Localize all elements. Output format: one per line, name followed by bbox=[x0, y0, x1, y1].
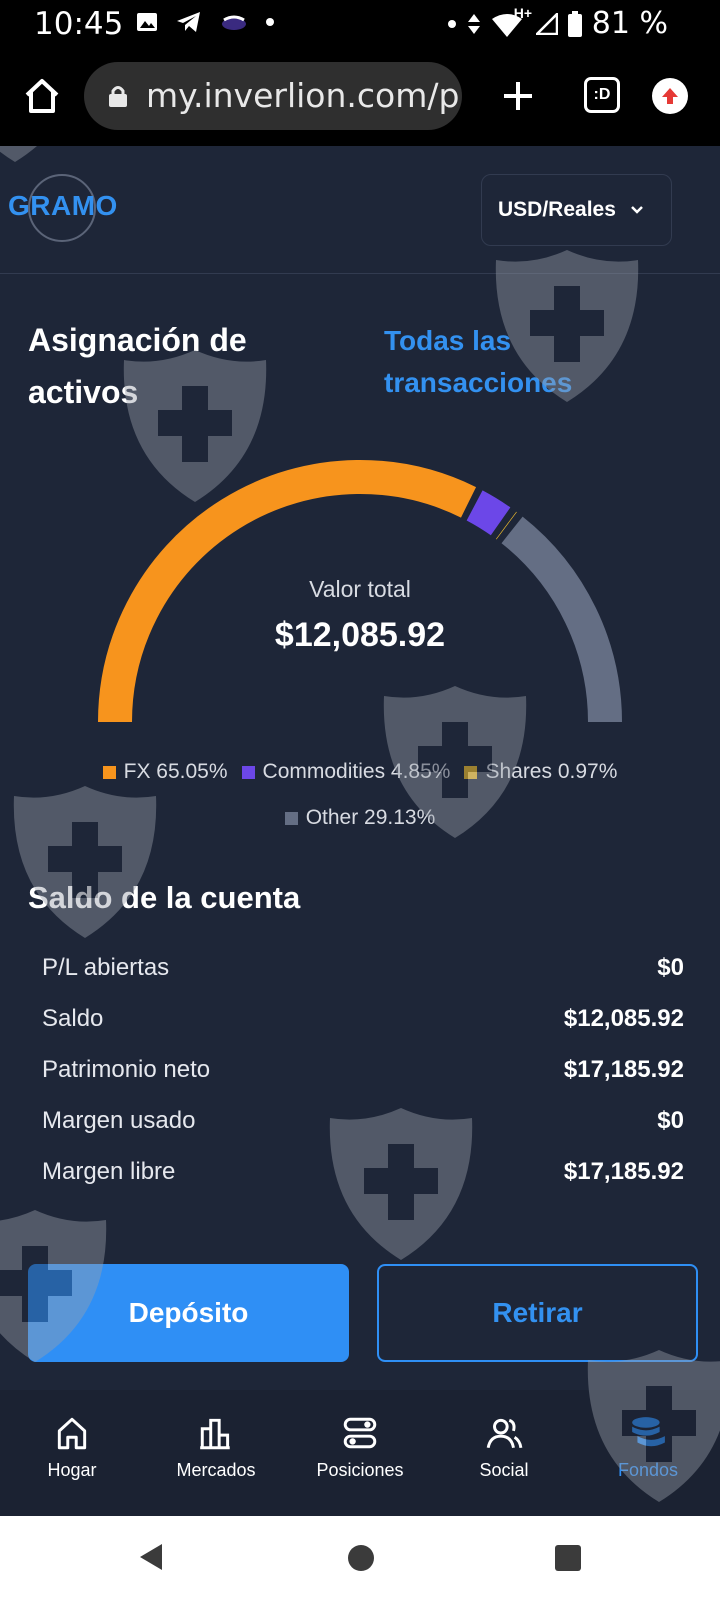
legend-item-commodities: Commodities 4.85% bbox=[241, 760, 451, 784]
new-tab-icon[interactable] bbox=[500, 78, 536, 114]
app-screen: GRAMO USD/Reales Asignación de activos T… bbox=[0, 146, 720, 1516]
funds-icon bbox=[632, 1417, 665, 1447]
battery-icon bbox=[567, 10, 582, 37]
balance-row-label: Margen libre bbox=[42, 1157, 176, 1185]
android-home-button[interactable] bbox=[348, 1545, 374, 1571]
balance-row: P/L abiertas $0 bbox=[42, 942, 684, 993]
nav-label: Fondos bbox=[617, 1460, 679, 1480]
legend-swatch bbox=[284, 811, 298, 825]
markets-icon bbox=[200, 1418, 230, 1450]
total-value-label: Valor total bbox=[309, 576, 411, 602]
brand-logo[interactable]: GRAMO bbox=[8, 190, 118, 222]
balance-row: Margen libre $17,185.92 bbox=[42, 1146, 684, 1197]
handshake-notification-icon bbox=[222, 15, 246, 30]
nav-item-hogar[interactable]: Hogar bbox=[0, 1390, 144, 1516]
image-notification-icon bbox=[137, 13, 157, 31]
account-balance-title: Saldo de la cuenta bbox=[28, 880, 301, 915]
balance-row-value: $17,185.92 bbox=[563, 1055, 684, 1083]
home-icon bbox=[57, 1417, 87, 1450]
balance-row-value: $0 bbox=[657, 953, 684, 981]
bottom-navigation: Hogar Mercados Posiciones Social Fondos bbox=[0, 1390, 720, 1516]
nav-label: Hogar bbox=[47, 1460, 97, 1480]
legend-swatch bbox=[241, 765, 255, 779]
all-transactions-link[interactable]: Todas las transacciones bbox=[384, 320, 624, 404]
social-icon bbox=[486, 1418, 523, 1449]
balance-row-label: P/L abiertas bbox=[42, 953, 170, 981]
legend-swatch bbox=[464, 765, 478, 779]
nav-item-mercados[interactable]: Mercados bbox=[144, 1390, 288, 1516]
app-header: GRAMO USD/Reales bbox=[0, 146, 720, 274]
android-navigation-bar bbox=[0, 1516, 720, 1600]
positions-icon bbox=[343, 1417, 377, 1449]
browser-toolbar: my.inverlion.com/p :D bbox=[0, 50, 720, 146]
nav-label: Mercados bbox=[176, 1460, 256, 1480]
balance-row-label: Saldo bbox=[42, 1004, 104, 1032]
legend-item-shares: Shares 0.97% bbox=[464, 760, 617, 784]
nav-item-posiciones[interactable]: Posiciones bbox=[288, 1390, 432, 1516]
android-back-icon[interactable] bbox=[138, 1542, 164, 1572]
signal-icon bbox=[535, 12, 558, 35]
legend-swatch bbox=[102, 765, 116, 779]
nav-item-social[interactable]: Social bbox=[432, 1390, 576, 1516]
allocation-title: Asignación de activos bbox=[28, 322, 247, 410]
balance-row-value: $0 bbox=[657, 1106, 684, 1134]
deposit-button[interactable]: Depósito bbox=[28, 1264, 349, 1362]
withdraw-button[interactable]: Retirar bbox=[377, 1264, 698, 1362]
balance-row: Saldo $12,085.92 bbox=[42, 993, 684, 1044]
browser-update-button[interactable] bbox=[652, 78, 688, 114]
telegram-icon bbox=[177, 12, 200, 32]
gauge-segment-commodities bbox=[466, 490, 511, 536]
status-time: 10:45 bbox=[34, 6, 124, 42]
balance-row-value: $17,185.92 bbox=[563, 1157, 684, 1185]
legend-item-fx: FX 65.05% bbox=[102, 760, 228, 784]
nav-label: Social bbox=[479, 1460, 529, 1480]
legend-label: Other 29.13% bbox=[305, 806, 436, 829]
data-arrows-icon bbox=[467, 13, 480, 34]
account-balance-list: P/L abiertas $0 Saldo $12,085.92 Patrimonio … bbox=[42, 942, 684, 1197]
legend-label: Shares 0.97% bbox=[485, 760, 618, 783]
nav-item-fondos[interactable]: Fondos bbox=[576, 1390, 720, 1516]
legend-label: Commodities 4.85% bbox=[262, 760, 451, 783]
browser-home-icon[interactable] bbox=[22, 76, 62, 116]
status-bar: 10:45 H+ 81 % bbox=[0, 0, 720, 50]
update-arrow-icon bbox=[662, 88, 678, 104]
battery-percent: 81 % bbox=[591, 6, 668, 41]
balance-row-value: $12,085.92 bbox=[563, 1004, 684, 1032]
chevron-down-icon bbox=[631, 206, 643, 214]
nav-label: Posiciones bbox=[316, 1460, 404, 1480]
currency-value: USD/Reales bbox=[498, 198, 616, 221]
balance-row-label: Margen usado bbox=[42, 1106, 196, 1134]
more-notifications-dot bbox=[266, 18, 274, 26]
tab-switcher-button[interactable]: :D bbox=[584, 77, 620, 113]
legend-item-other: Other 29.13% bbox=[284, 806, 436, 830]
network-type-label: H+ bbox=[513, 4, 533, 21]
allocation-legend: FX 65.05% Commodities 4.85% Shares 0.97% Ot… bbox=[0, 760, 720, 830]
legend-label: FX 65.05% bbox=[123, 760, 228, 783]
balance-row: Patrimonio neto $17,185.92 bbox=[42, 1044, 684, 1095]
lock-icon bbox=[109, 86, 127, 107]
android-recents-button[interactable] bbox=[555, 1545, 581, 1571]
total-value-amount: $12,085.92 bbox=[274, 616, 446, 654]
dot-indicator bbox=[447, 19, 456, 28]
address-bar[interactable]: my.inverlion.com/p bbox=[84, 62, 462, 130]
url-text: my.inverlion.com/p bbox=[146, 76, 460, 115]
balance-row-label: Patrimonio neto bbox=[42, 1055, 211, 1083]
currency-selector[interactable]: USD/Reales bbox=[481, 174, 672, 246]
balance-row: Margen usado $0 bbox=[42, 1095, 684, 1146]
